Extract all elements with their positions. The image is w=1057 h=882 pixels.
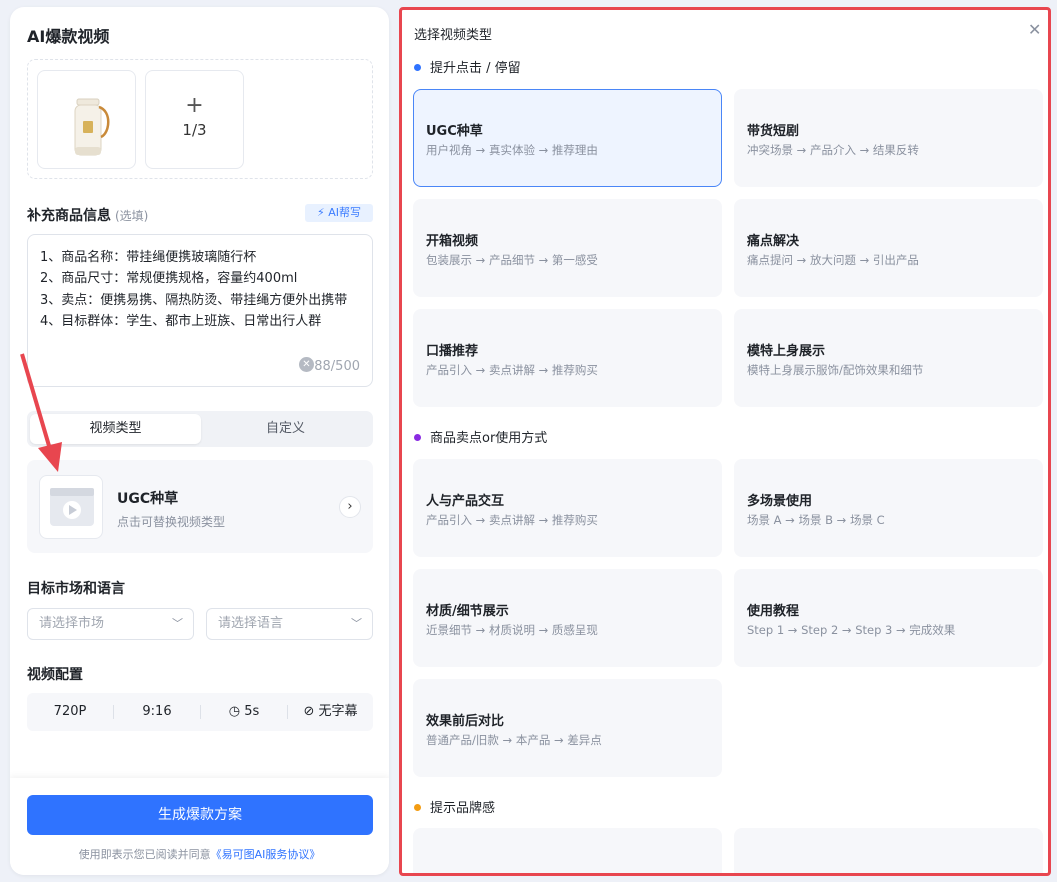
card-desc: 普通产品/旧款 → 本产品 → 差异点 [426, 733, 602, 747]
chevron-right-icon[interactable]: › [339, 496, 361, 518]
card-desc: 近景细节 → 材质说明 → 质感呈现 [426, 623, 598, 637]
video-type-picker-panel: 选择视频类型 ✕ 提升点击 / 停留 UGC种草 用户视角 → 真实体验 → 推… [399, 7, 1051, 876]
card-title: 痛点解决 [747, 234, 800, 249]
purple-dot-icon [414, 434, 421, 441]
tab-custom[interactable]: 自定义 [200, 414, 371, 444]
group-heading-text: 商品卖点or使用方式 [430, 431, 548, 446]
video-config-bar: 720P 9:16 ◷ 5s ⊘ 无字幕 [27, 693, 373, 731]
card-desc: 冲突场景 → 产品介入 → 结果反转 [747, 143, 919, 157]
product-info-text[interactable]: 1、商品名称：带挂绳便携玻璃随行杯 2、商品尺寸：常规便携规格，容量约400ml… [40, 247, 365, 360]
card-desc: 产品引入 → 卖点讲解 → 推荐购买 [426, 513, 598, 527]
add-image-button[interactable]: + 1/3 [145, 70, 244, 169]
agreement-text: 使用即表示您已阅读并同意《易可图AI服务协议》 [10, 846, 389, 862]
type-tabs: 视频类型 自定义 [27, 411, 373, 447]
left-footer: 生成爆款方案 使用即表示您已阅读并同意《易可图AI服务协议》 [10, 778, 389, 875]
group-heading-text: 提升点击 / 停留 [430, 61, 521, 76]
no-subtitle-icon: ⊘ [303, 704, 315, 719]
card-desc: 痛点提问 → 放大问题 → 引出产品 [747, 253, 919, 267]
selected-type-hint: 点击可替换视频类型 [117, 515, 226, 529]
agreement-link[interactable]: 《易可图AI服务协议》 [211, 848, 321, 861]
card-title: 效果前后对比 [426, 714, 505, 729]
duration-option[interactable]: ◷ 5s [201, 693, 287, 731]
product-info-textarea[interactable]: 1、商品名称：带挂绳便携玻璃随行杯 2、商品尺寸：常规便携规格，容量约400ml… [27, 234, 373, 387]
card-desc: 场景 A → 场景 B → 场景 C [747, 513, 885, 527]
video-type-card-interaction[interactable]: 人与产品交互 产品引入 → 卖点讲解 → 推荐购买 [413, 459, 722, 557]
video-type-card-material[interactable]: 材质/细节展示 近景细节 → 材质说明 → 质感呈现 [413, 569, 722, 667]
group-heading-text: 提示品牌感 [430, 801, 496, 816]
product-thumbnail[interactable] [37, 70, 136, 169]
subtitle-option[interactable]: ⊘ 无字幕 [288, 693, 373, 731]
chevron-down-icon: ﹀ [351, 617, 362, 630]
picker-title: 选择视频类型 [414, 28, 493, 43]
clock-icon: ◷ [228, 704, 241, 719]
card-title: 带货短剧 [747, 124, 800, 139]
ai-write-button[interactable]: ⚡ AI帮写 [305, 204, 373, 222]
product-info-label: 补充商品信息 (选填) [27, 205, 148, 225]
video-type-card-pain-point[interactable]: 痛点解决 痛点提问 → 放大问题 → 引出产品 [734, 199, 1043, 297]
optional-hint: (选填) [115, 209, 149, 223]
card-desc: Step 1 → Step 2 → Step 3 → 完成效果 [747, 623, 956, 637]
image-count: 1/3 [182, 121, 207, 139]
subtitle-value: 无字幕 [318, 704, 358, 719]
video-type-card-voiceover[interactable]: 口播推荐 产品引入 → 卖点讲解 → 推荐购买 [413, 309, 722, 407]
blue-dot-icon [414, 64, 421, 71]
video-type-card-partial[interactable] [734, 828, 1043, 873]
card-title: 使用教程 [747, 604, 800, 619]
resolution-option[interactable]: 720P [27, 693, 113, 731]
video-type-card-multi-scene[interactable]: 多场景使用 场景 A → 场景 B → 场景 C [734, 459, 1043, 557]
video-type-card-unboxing[interactable]: 开箱视频 包装展示 → 产品细节 → 第一感受 [413, 199, 722, 297]
agreement-prefix: 使用即表示您已阅读并同意 [78, 848, 211, 861]
card-desc: 模特上身展示服饰/配饰效果和细节 [747, 363, 924, 377]
product-upload-area: + 1/3 [27, 59, 373, 179]
selected-type-name: UGC种草 [117, 491, 179, 507]
card-title: UGC种草 [426, 124, 483, 139]
selected-video-type-card[interactable]: UGC种草 点击可替换视频类型 › [27, 460, 373, 553]
duration-value: 5s [244, 704, 260, 719]
video-clip-icon [50, 488, 94, 526]
video-type-card-partial[interactable] [413, 828, 722, 873]
red-arrow-annotation [20, 353, 62, 472]
chevron-down-icon: ﹀ [172, 617, 183, 630]
group-heading-selling-points: 商品卖点or使用方式 [414, 427, 547, 446]
orange-dot-icon [414, 804, 421, 811]
clear-icon[interactable]: ✕ [299, 357, 314, 372]
video-type-card-short-drama[interactable]: 带货短剧 冲突场景 → 产品介入 → 结果反转 [734, 89, 1043, 187]
video-config-label: 视频配置 [27, 667, 83, 683]
card-desc: 用户视角 → 真实体验 → 推荐理由 [426, 143, 598, 157]
group-heading-click: 提升点击 / 停留 [414, 57, 521, 76]
product-info-label-text: 补充商品信息 [27, 208, 111, 224]
ai-write-label: AI帮写 [328, 206, 361, 219]
language-select[interactable]: 请选择语言 ﹀ [206, 608, 373, 640]
language-placeholder: 请选择语言 [218, 616, 284, 631]
card-title: 模特上身展示 [747, 344, 826, 359]
close-icon[interactable]: ✕ [1028, 22, 1041, 38]
video-type-card-ugc[interactable]: UGC种草 用户视角 → 真实体验 → 推荐理由 [413, 89, 722, 187]
video-type-card-tutorial[interactable]: 使用教程 Step 1 → Step 2 → Step 3 → 完成效果 [734, 569, 1043, 667]
market-placeholder: 请选择市场 [39, 616, 105, 631]
generate-button[interactable]: 生成爆款方案 [27, 795, 373, 835]
page-title: AI爆款视频 [27, 27, 110, 46]
card-desc: 包装展示 → 产品细节 → 第一感受 [426, 253, 598, 267]
video-type-card-model[interactable]: 模特上身展示 模特上身展示服饰/配饰效果和细节 [734, 309, 1043, 407]
video-type-card-before-after[interactable]: 效果前后对比 普通产品/旧款 → 本产品 → 差异点 [413, 679, 722, 777]
bottle-image [74, 98, 110, 156]
card-title: 开箱视频 [426, 234, 479, 249]
card-title: 材质/细节展示 [426, 604, 509, 619]
card-title: 人与产品交互 [426, 494, 505, 509]
card-title: 口播推荐 [426, 344, 479, 359]
market-language-label: 目标市场和语言 [27, 581, 125, 597]
video-type-thumbnail [39, 475, 103, 539]
aspect-ratio-option[interactable]: 9:16 [114, 693, 200, 731]
char-count: 88/500 [314, 359, 360, 374]
magic-wand-icon: ⚡ [316, 206, 325, 219]
card-title: 多场景使用 [747, 494, 813, 509]
group-heading-brand: 提示品牌感 [414, 797, 495, 816]
card-desc: 产品引入 → 卖点讲解 → 推荐购买 [426, 363, 598, 377]
market-select[interactable]: 请选择市场 ﹀ [27, 608, 194, 640]
plus-icon: + [185, 93, 204, 118]
